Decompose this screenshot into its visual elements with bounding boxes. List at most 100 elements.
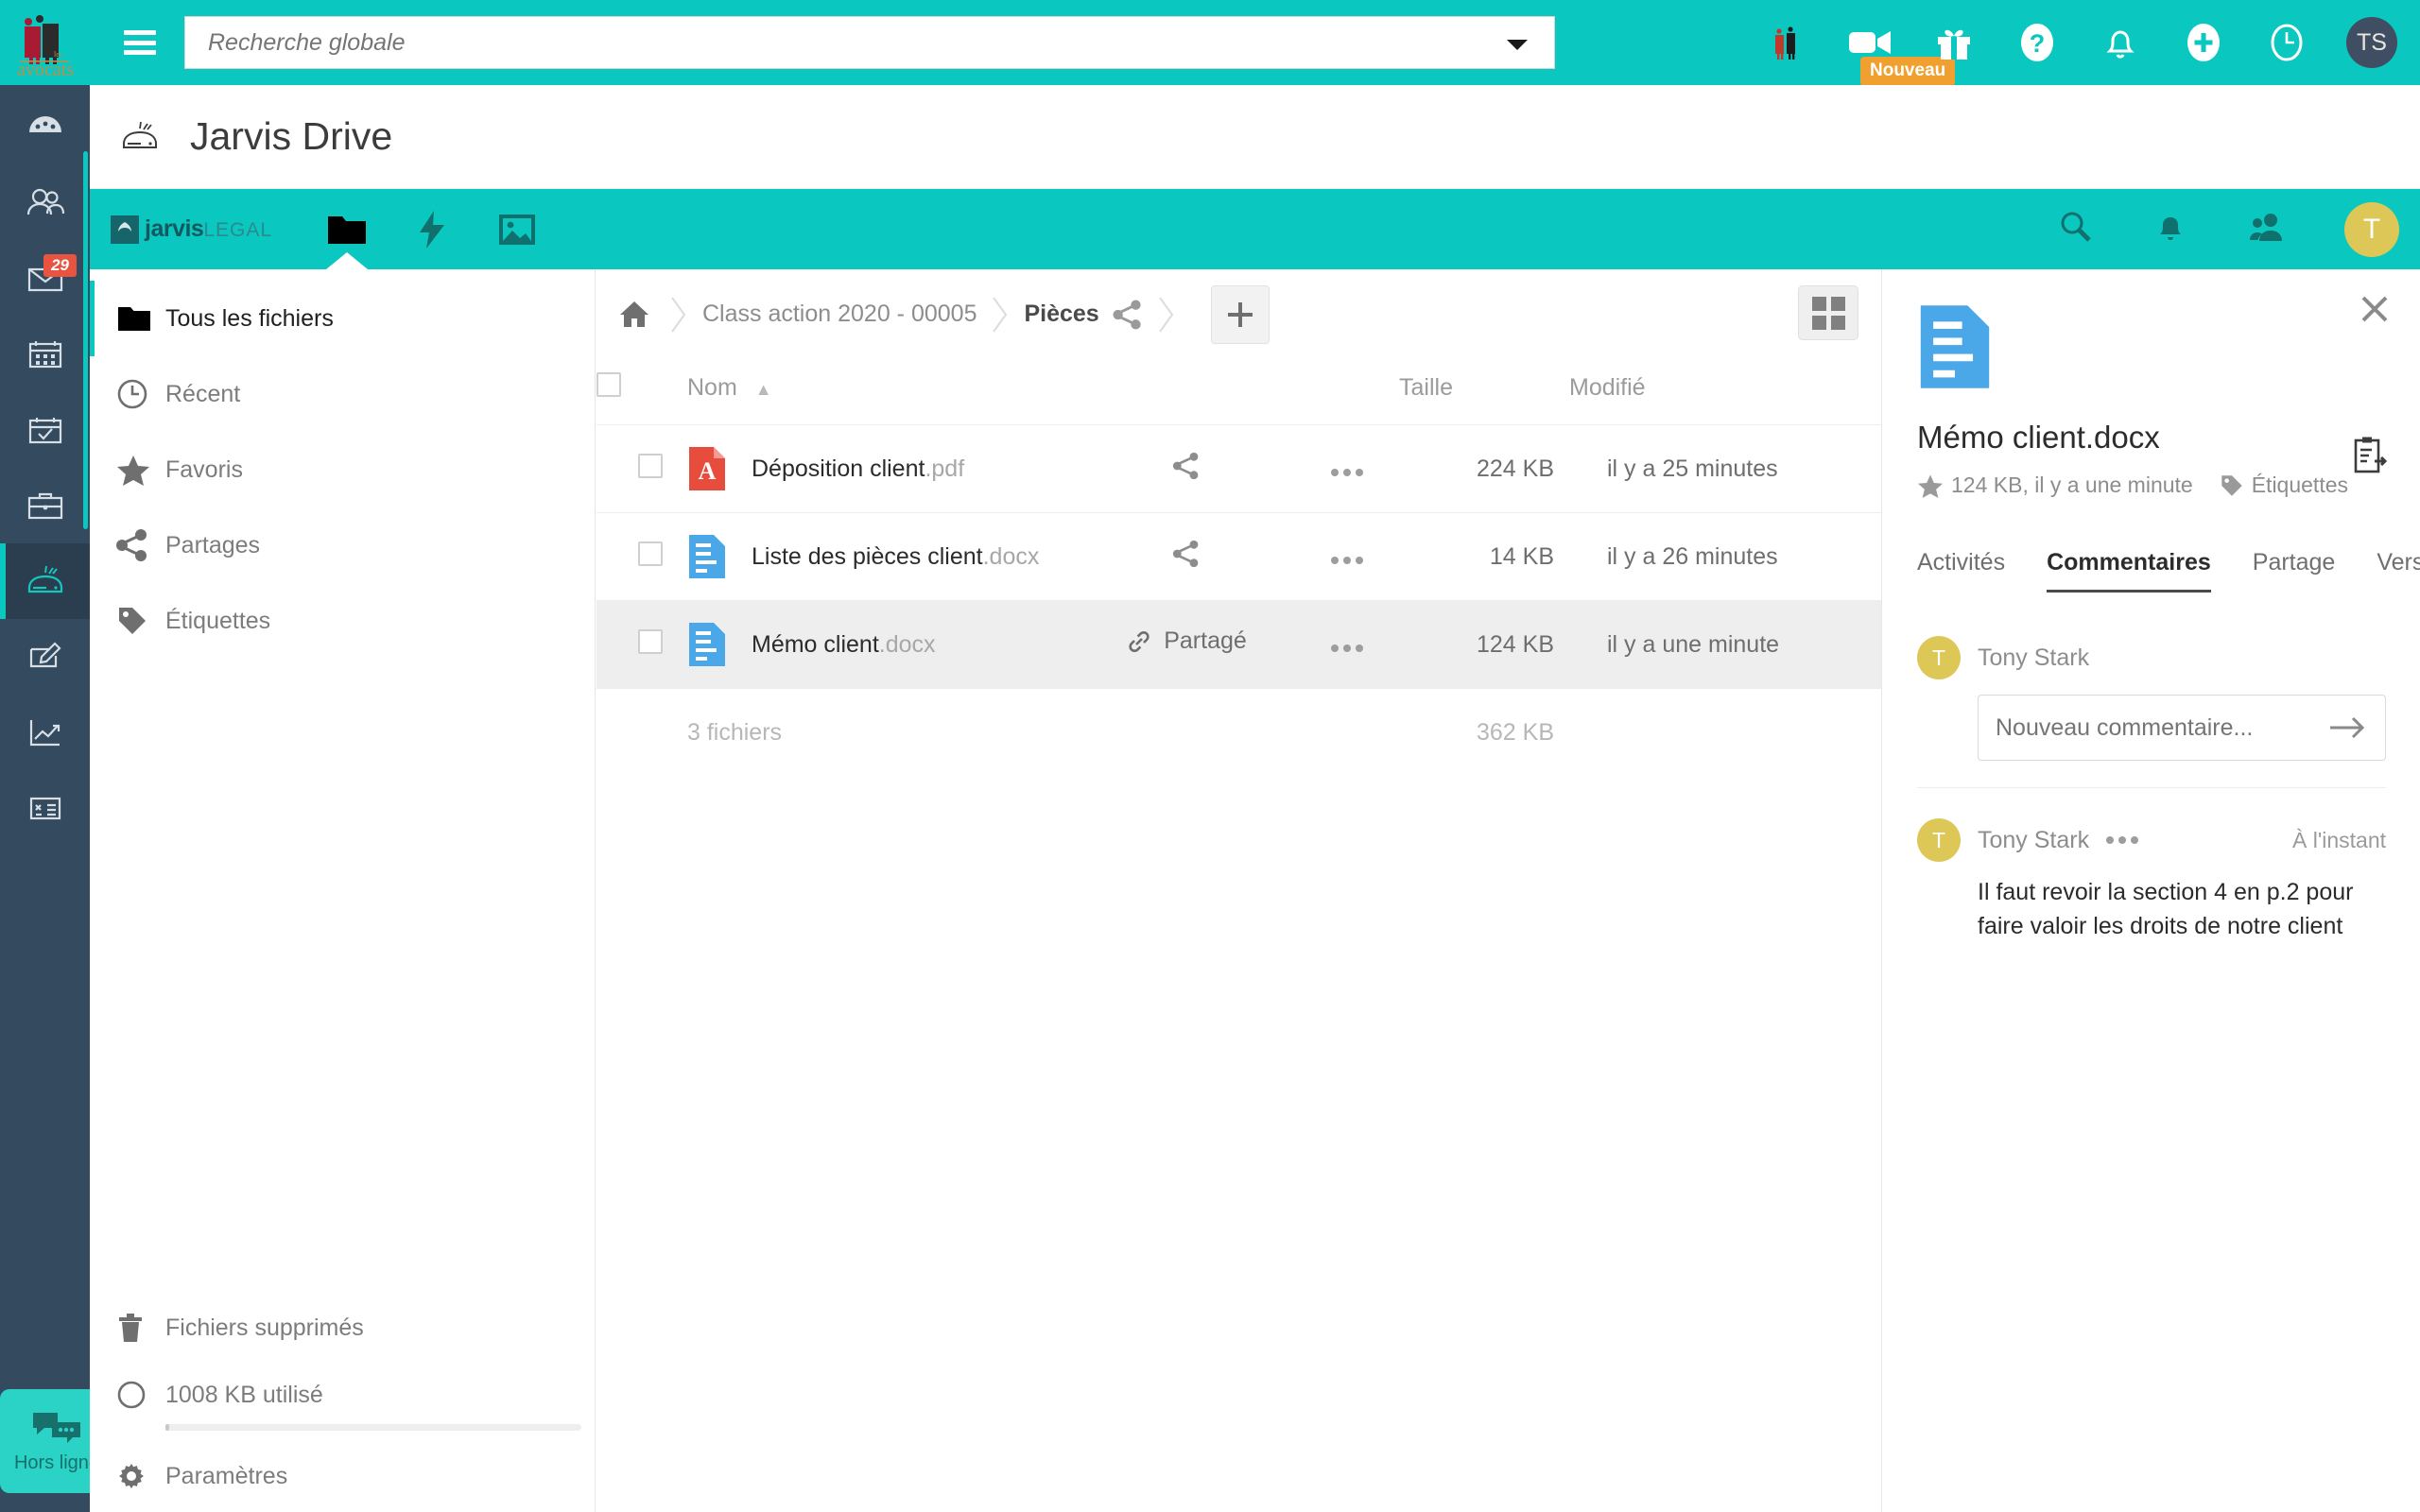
sidebar-item-all-files[interactable]: Tous les fichiers (90, 281, 595, 356)
chevron-down-icon[interactable] (1507, 40, 1528, 50)
video-camera-icon[interactable]: Nouveau (1847, 19, 1956, 86)
rail-item-chart[interactable] (0, 695, 90, 770)
chat-bubbles-icon (33, 1412, 80, 1443)
clock-icon[interactable] (2263, 19, 2310, 66)
tab-versions[interactable]: Versions (2377, 549, 2420, 593)
tab-files[interactable] (304, 189, 389, 269)
sidebar-label: Étiquettes (165, 607, 271, 634)
row-checkbox[interactable] (638, 453, 663, 478)
column-modified[interactable]: Modifié (1569, 359, 1881, 425)
sidebar-bottom: Fichiers supprimés 1008 KB utilisé Param… (90, 1290, 596, 1512)
tag-icon (2220, 473, 2244, 498)
comment-composer[interactable] (1978, 695, 2386, 761)
rail-item-contacts[interactable] (0, 165, 90, 241)
sidebar-item-shares[interactable]: Partages (90, 507, 595, 583)
share-icon[interactable] (1172, 452, 1201, 480)
tab-activity[interactable] (389, 189, 475, 269)
file-name-ext: .pdf (925, 455, 965, 482)
bell-icon[interactable] (2097, 19, 2144, 66)
divider (1917, 787, 2386, 788)
select-all-checkbox[interactable] (596, 372, 621, 397)
share-icon[interactable] (1113, 299, 1143, 330)
brand-logo[interactable]: avocats les (0, 0, 90, 85)
rail-item-edit[interactable] (0, 619, 90, 695)
file-name[interactable]: Mémo client.docx (687, 621, 1078, 668)
total-size: 362 KB (1476, 719, 1554, 746)
tab-photos[interactable] (475, 189, 560, 269)
rail-item-calendar[interactable] (0, 317, 90, 392)
avatar-initial: T (1931, 827, 1946, 852)
global-search[interactable] (184, 16, 1555, 69)
row-actions-menu[interactable] (1331, 468, 1363, 476)
details-filename: Mémo client.docx (1917, 420, 2160, 455)
plus-circle-icon[interactable] (2180, 19, 2227, 66)
tab-commentaires[interactable]: Commentaires (2047, 549, 2211, 593)
close-icon[interactable] (2356, 290, 2394, 328)
home-icon[interactable] (617, 298, 651, 332)
rail-item-tasks[interactable] (0, 392, 90, 468)
breadcrumb-item[interactable]: Class action 2020 - 00005 (702, 301, 977, 328)
column-size[interactable]: Taille (1399, 359, 1569, 425)
share-icon (116, 529, 165, 561)
drive-user-avatar[interactable]: T (2344, 201, 2399, 257)
help-circle-icon[interactable]: ? (2014, 19, 2061, 66)
shared-status[interactable]: Partagé (1126, 627, 1247, 655)
search-icon[interactable] (2057, 208, 2095, 250)
sidebar-label: Partages (165, 531, 261, 558)
table-row[interactable]: Mémo client.docx Partagé 124 KB il y a u… (596, 600, 1881, 689)
table-row[interactable]: Liste des pièces client.docx 14 KB il y … (596, 513, 1881, 601)
contacts-icon[interactable] (2246, 209, 2286, 249)
row-actions-menu[interactable] (1331, 644, 1363, 652)
sidebar-label: Fichiers supprimés (165, 1314, 364, 1341)
jarvis-legal-logo[interactable]: jarvisLEGAL (111, 215, 272, 244)
sidebar-item-deleted[interactable]: Fichiers supprimés (90, 1290, 596, 1366)
rail-item-mail[interactable]: 29 (0, 241, 90, 317)
tags-button[interactable]: Étiquettes (2220, 472, 2348, 498)
storage-progress-bar (165, 1424, 581, 1431)
rail-item-accounting[interactable] (0, 770, 90, 846)
add-button[interactable] (1210, 284, 1270, 344)
star-icon (116, 454, 165, 486)
file-name-base: Déposition client (752, 455, 925, 482)
row-checkbox[interactable] (638, 628, 663, 654)
share-icon[interactable] (1172, 540, 1201, 568)
menu-toggle-button[interactable] (124, 30, 156, 55)
row-checkbox[interactable] (638, 541, 663, 566)
clock-icon (116, 378, 165, 410)
grid-view-toggle[interactable] (1798, 285, 1858, 340)
storage-usage: 1008 KB utilisé (90, 1366, 596, 1431)
column-share (1078, 359, 1295, 425)
sidebar-item-recent[interactable]: Récent (90, 356, 595, 432)
rail-item-drive[interactable] (0, 543, 90, 619)
sidebar-item-tags[interactable]: Étiquettes (90, 583, 595, 659)
file-name[interactable]: A Déposition client.pdf (687, 445, 1078, 492)
file-name-ext: .docx (878, 630, 936, 658)
column-name[interactable]: Nom ▲ (687, 359, 1078, 425)
breadcrumb-separator (990, 294, 1011, 335)
clipboard-move-icon[interactable] (2350, 436, 2388, 480)
avocats-mark-icon[interactable] (1764, 19, 1811, 66)
tab-activites[interactable]: Activités (1917, 549, 2005, 593)
arrow-right-icon[interactable] (2328, 712, 2366, 748)
tab-partage[interactable]: Partage (2253, 549, 2336, 593)
comment-input[interactable] (1979, 713, 2385, 742)
rail-item-dashboard[interactable] (0, 90, 90, 165)
comment-actions-menu[interactable] (2106, 836, 2139, 844)
breadcrumb-item-current[interactable]: Pièces (1024, 301, 1098, 328)
row-actions-menu[interactable] (1331, 556, 1363, 564)
file-name[interactable]: Liste des pièces client.docx (687, 533, 1078, 580)
docx-file-icon (687, 533, 727, 580)
favorite-toggle[interactable]: 124 KB, il y a une minute (1917, 472, 2193, 498)
sidebar-item-settings[interactable]: Paramètres (90, 1440, 596, 1512)
svg-text:avocats: avocats (17, 60, 74, 79)
docx-file-icon (687, 621, 727, 668)
gift-icon[interactable] (1930, 19, 1978, 66)
user-avatar[interactable]: TS (2346, 17, 2397, 68)
avatar-initial: T (1931, 644, 1946, 670)
table-row[interactable]: A Déposition client.pdf 224 KB il y a 25… (596, 425, 1881, 513)
bell-icon[interactable] (2153, 209, 2187, 249)
sidebar-item-favorites[interactable]: Favoris (90, 432, 595, 507)
search-input[interactable] (185, 28, 1554, 57)
rail-item-briefcase[interactable] (0, 468, 90, 543)
select-all-cell (596, 359, 687, 425)
